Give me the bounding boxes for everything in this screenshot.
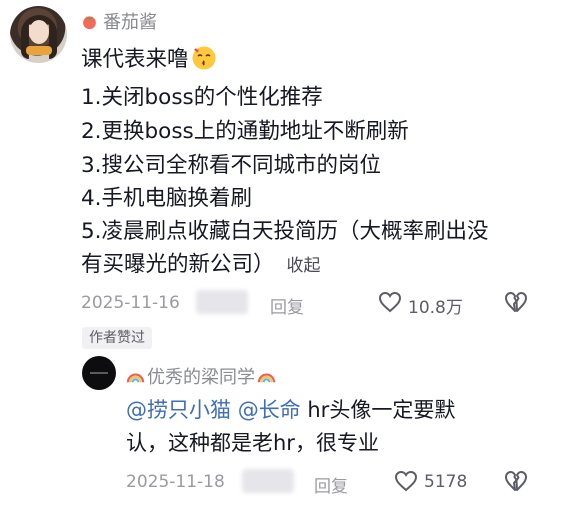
comment-text-line: 有买曝光的新公司） bbox=[81, 252, 275, 277]
mention-link[interactable]: @捞只小猫 bbox=[126, 398, 231, 422]
replier-avatar[interactable] bbox=[82, 356, 116, 390]
location-blurred bbox=[196, 290, 248, 314]
commenter-avatar[interactable] bbox=[10, 6, 67, 63]
reply-button[interactable]: 回复 bbox=[314, 472, 348, 497]
location-blurred bbox=[242, 469, 294, 493]
reply-date: 2025-11-18 bbox=[126, 472, 225, 492]
like-count: 5178 bbox=[424, 472, 468, 492]
comment-text-line: 课代表来噜 bbox=[81, 47, 189, 72]
comment-text-line: 2.更换boss上的通勤地址不断刷新 bbox=[81, 119, 409, 144]
comment-text-line: 4.手机电脑换着刷 bbox=[81, 186, 253, 211]
comment-text-line: 5.凌晨刷点收藏白天投简历（大概率刷出没 bbox=[81, 219, 489, 244]
replier-name-row[interactable]: 优秀的梁同学 bbox=[126, 363, 276, 389]
broken-heart-icon[interactable] bbox=[504, 470, 528, 492]
author-liked-badge: 作者赞过 bbox=[82, 327, 152, 349]
comment-text-line-last: 有买曝光的新公司） 收起 bbox=[81, 254, 321, 276]
like-count: 10.8万 bbox=[408, 298, 463, 318]
rainbow-icon bbox=[126, 373, 145, 382]
comment-text-line: 3.搜公司全称看不同城市的岗位 bbox=[81, 153, 382, 178]
tomato-icon bbox=[83, 15, 96, 29]
comment-date: 2025-11-16 bbox=[81, 293, 180, 313]
broken-heart-icon[interactable] bbox=[504, 291, 528, 313]
reply-text-line: 认，这种都是老hr，很专业 bbox=[126, 431, 379, 455]
replier-username: 优秀的梁同学 bbox=[147, 367, 255, 388]
kissing-face-emoji bbox=[192, 46, 216, 70]
commenter-username: 番茄酱 bbox=[103, 12, 157, 33]
reply-text-line: @捞只小猫 @长命 hr头像一定要默 bbox=[126, 400, 455, 421]
comment-line: 课代表来噜 bbox=[81, 45, 217, 71]
rainbow-icon bbox=[257, 373, 276, 382]
mention-link[interactable]: @长命 bbox=[238, 398, 301, 422]
commenter-name-row[interactable]: 番茄酱 bbox=[81, 9, 157, 33]
comment-text-line: 1.关闭boss的个性化推荐 bbox=[81, 85, 323, 110]
reply-button[interactable]: 回复 bbox=[270, 293, 304, 318]
heart-outline-icon[interactable] bbox=[378, 291, 402, 313]
reply-text: hr头像一定要默 bbox=[307, 398, 456, 422]
heart-outline-icon[interactable] bbox=[394, 470, 418, 492]
collapse-link[interactable]: 收起 bbox=[287, 256, 321, 276]
